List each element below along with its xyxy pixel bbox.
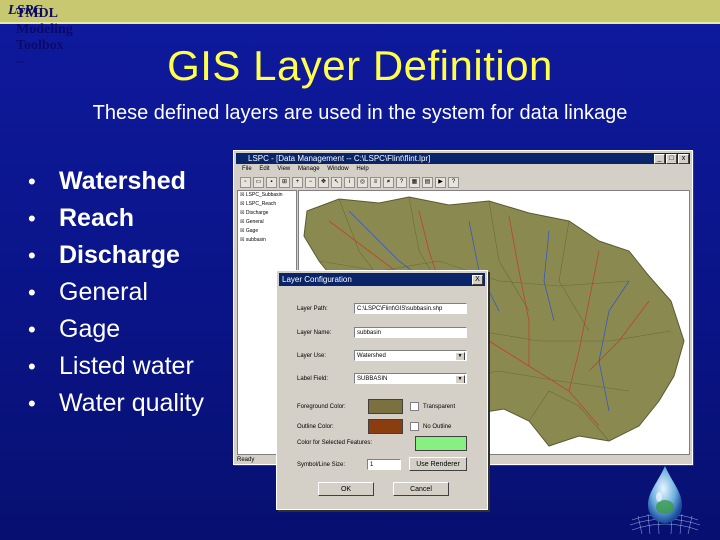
save-icon[interactable]: ▪: [266, 177, 277, 188]
dialog-close-icon[interactable]: X: [472, 275, 483, 285]
run-icon[interactable]: ▶: [435, 177, 446, 188]
header-bar: TMDL Modeling Toolbox – LSPC: [0, 0, 720, 69]
bullet-item: • Water quality: [28, 385, 204, 422]
selected-color-swatch[interactable]: [415, 436, 467, 451]
label-field-value: SUBBASIN: [357, 376, 388, 382]
layer-item[interactable]: subbasin: [238, 236, 296, 245]
layer-item[interactable]: Gage: [238, 227, 296, 236]
bullet-label: Listed water: [59, 352, 194, 380]
layer-name-label: Layer Name:: [297, 330, 332, 336]
layer-remove-icon[interactable]: ≠: [383, 177, 394, 188]
bullet-dot-icon: •: [28, 243, 36, 268]
layer-path-field[interactable]: C:\LSPC\Flint\GIS\subbasin.shp: [354, 303, 467, 314]
cancel-button[interactable]: Cancel: [393, 482, 449, 496]
find-icon[interactable]: ?: [396, 177, 407, 188]
chart-icon[interactable]: ▦: [409, 177, 420, 188]
bullet-label: Reach: [59, 204, 135, 232]
use-renderer-button[interactable]: Use Renderer: [409, 457, 467, 471]
bullet-item: • Reach: [28, 200, 204, 237]
minimize-icon[interactable]: _: [654, 154, 665, 164]
symbol-size-field[interactable]: 1: [367, 459, 401, 470]
no-outline-label: No Outline: [423, 424, 452, 431]
no-outline-checkbox[interactable]: No Outline: [410, 422, 451, 431]
print-icon[interactable]: ⊞: [279, 177, 290, 188]
menu-view[interactable]: View: [277, 166, 290, 172]
layer-use-select[interactable]: Watershed ▼: [354, 350, 467, 361]
menu-file[interactable]: File: [242, 166, 252, 172]
transparent-label: Transparent: [423, 404, 456, 411]
chevron-down-icon[interactable]: ▼: [455, 375, 465, 383]
layer-add-icon[interactable]: ≡: [370, 177, 381, 188]
ok-button[interactable]: OK: [318, 482, 374, 496]
layer-path-label: Layer Path:: [297, 306, 328, 312]
full-extent-icon[interactable]: ◎: [357, 177, 368, 188]
menu-bar: File Edit View Manage Window Help: [236, 166, 690, 176]
menu-window[interactable]: Window: [327, 166, 348, 172]
bullet-item: • Gage: [28, 311, 204, 348]
layer-use-label: Layer Use:: [297, 353, 327, 359]
outline-color-label: Outline Color:: [297, 424, 334, 430]
bullet-label: Watershed: [59, 167, 186, 195]
app-titlebar: LSPC - [Data Management -- C:\LSPC\Flint…: [236, 153, 690, 164]
foreground-color-label: Foreground Color:: [297, 404, 346, 410]
bullet-item: • General: [28, 274, 204, 311]
layer-item[interactable]: Discharge: [238, 209, 296, 218]
chevron-down-icon[interactable]: ▼: [455, 352, 465, 360]
bullet-item: • Watershed: [28, 163, 204, 200]
outline-color-swatch[interactable]: [368, 419, 403, 434]
help-icon[interactable]: ?: [448, 177, 459, 188]
foreground-color-swatch[interactable]: [368, 399, 403, 414]
new-icon[interactable]: ▫: [240, 177, 251, 188]
zoom-in-icon[interactable]: +: [292, 177, 303, 188]
toolbar: ▫ ▭ ▪ ⊞ + − ✥ ↖ i ◎ ≡ ≠ ? ▦ ▤ ▶ ?: [236, 177, 690, 189]
water-drop-logo-icon: [629, 466, 701, 534]
slide-title: GIS Layer Definition: [167, 42, 553, 89]
layer-use-value: Watershed: [357, 353, 386, 359]
layer-config-dialog: Layer Configuration X Layer Path: C:\LSP…: [276, 270, 488, 510]
checkbox-box[interactable]: [410, 422, 419, 431]
bullet-dot-icon: •: [28, 206, 36, 231]
layer-bullet-list: • Watershed • Reach • Discharge • General • G…: [28, 163, 204, 422]
checkbox-box[interactable]: [410, 402, 419, 411]
pan-icon[interactable]: ✥: [318, 177, 329, 188]
window-controls: _ □ x: [654, 154, 689, 164]
bullet-label: Gage: [59, 315, 121, 343]
layer-name-field[interactable]: subbasin: [354, 327, 467, 338]
select-icon[interactable]: ↖: [331, 177, 342, 188]
selected-color-label: Color for Selected Features:: [297, 440, 373, 446]
bullet-label: Discharge: [59, 241, 180, 269]
bullet-dot-icon: •: [28, 391, 36, 416]
bullet-dot-icon: •: [28, 317, 36, 342]
layer-item[interactable]: LSPC_Reach: [238, 200, 296, 209]
bullet-dot-icon: •: [28, 280, 36, 305]
menu-edit[interactable]: Edit: [259, 166, 269, 172]
symbol-size-label: Symbol/Line Size:: [297, 462, 346, 468]
identify-icon[interactable]: i: [344, 177, 355, 188]
zoom-out-icon[interactable]: −: [305, 177, 316, 188]
transparent-checkbox[interactable]: Transparent: [410, 402, 455, 411]
slide-subtitle: These defined layers are used in the sys…: [92, 102, 628, 124]
dialog-title: Layer Configuration: [279, 273, 485, 286]
bullet-dot-icon: •: [28, 354, 36, 379]
bullet-dot-icon: •: [28, 169, 36, 194]
table-icon[interactable]: ▤: [422, 177, 433, 188]
open-icon[interactable]: ▭: [253, 177, 264, 188]
bullet-label: Water quality: [59, 389, 204, 417]
bullet-item: • Discharge: [28, 237, 204, 274]
menu-manage[interactable]: Manage: [298, 166, 320, 172]
label-field-label: Label Field:: [297, 376, 329, 382]
header-text: TMDL Modeling Toolbox – LSPC: [8, 3, 73, 69]
status-bar: Ready: [237, 457, 255, 463]
bullet-label: General: [59, 278, 148, 306]
menu-help[interactable]: Help: [356, 166, 368, 172]
maximize-icon[interactable]: □: [666, 154, 677, 164]
close-icon[interactable]: x: [678, 154, 689, 164]
label-field-select[interactable]: SUBBASIN ▼: [354, 373, 467, 384]
bullet-item: • Listed water: [28, 348, 204, 385]
layer-item[interactable]: LSPC_Subbasin: [238, 191, 296, 200]
layer-item[interactable]: General: [238, 218, 296, 227]
